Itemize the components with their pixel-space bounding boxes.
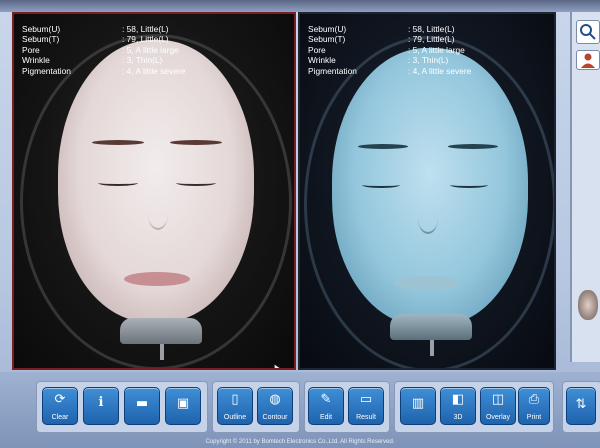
result-value: : 79, Little(L): [408, 34, 455, 45]
overlay-label: Overlay: [485, 414, 511, 421]
edit-icon: ✎: [320, 392, 332, 407]
result-label: Sebum(T): [22, 34, 60, 45]
clear-label: Clear: [51, 414, 69, 421]
edit-label: Edit: [319, 414, 333, 421]
left-eye-uv: [362, 182, 400, 188]
result-row: Sebum(U) : 58, Little(L): [308, 24, 471, 34]
contour-icon: ◍: [269, 392, 281, 407]
right-brow-uv: [448, 144, 498, 149]
result-label: Pore: [22, 44, 40, 55]
result-row: Sebum(U) : 58, Little(L): [22, 24, 185, 34]
contour-label: Contour: [262, 414, 288, 421]
result-row: Wrinkle : 3, Thin(L): [22, 55, 185, 65]
right-image-panel[interactable]: Sebum(U) : 58, Little(L) Sebum(T) : 79, Li…: [298, 12, 556, 370]
mouth-uv: [394, 276, 460, 290]
monitor-icon: ▭: [359, 392, 373, 407]
printer-icon: ⎙: [528, 392, 540, 407]
left-brow-uv: [358, 144, 408, 149]
edit-button[interactable]: ✎ Edit: [308, 387, 344, 425]
result-row: Wrinkle : 3, Thin(L): [308, 55, 471, 65]
left-brow: [92, 140, 144, 145]
save-button[interactable]: ▣: [165, 387, 201, 425]
result-value: : 3, Thin(L): [122, 55, 163, 66]
book-icon: ▥: [411, 396, 425, 411]
outline-icon: ▯: [231, 392, 239, 407]
result-value: : 5, A little large: [408, 44, 465, 55]
info-icon: ℹ: [98, 395, 104, 410]
search-icon: [580, 24, 596, 40]
book-button[interactable]: ▥: [400, 387, 436, 425]
3d-label: 3D: [453, 414, 463, 421]
result-label: Sebum(U): [308, 24, 347, 34]
analysis-results-right: Sebum(U) : 58, Little(L) Sebum(T) : 79, Li…: [308, 24, 471, 76]
open-button[interactable]: ▬: [124, 387, 160, 425]
result-label: Pore: [308, 44, 326, 55]
left-eye: [98, 180, 138, 186]
print-button[interactable]: ⎙ Print: [518, 387, 550, 425]
result-label: Wrinkle: [308, 55, 336, 66]
result-label: Pigmentation: [308, 65, 357, 76]
refresh-icon: ⟳: [54, 392, 66, 407]
chin-rest-uv: [390, 314, 472, 340]
result-button[interactable]: ▭ Result: [348, 387, 384, 425]
right-brow: [170, 140, 222, 145]
result-label: Pigmentation: [22, 65, 71, 76]
3d-button[interactable]: ◧ 3D: [440, 387, 476, 425]
right-eye: [176, 180, 216, 186]
result-row: Sebum(T) : 79, Little(L): [22, 34, 185, 44]
folder-icon: ▬: [135, 396, 149, 411]
result-value: : 58, Little(L): [122, 24, 169, 34]
chin-rest-stem-uv: [430, 340, 434, 356]
save-icon: ▣: [176, 396, 190, 411]
outline-button[interactable]: ▯ Outline: [217, 387, 253, 425]
nose: [148, 198, 168, 230]
search-button[interactable]: [576, 20, 600, 44]
overlay-button[interactable]: ◫ Overlay: [480, 387, 516, 425]
nose-uv: [418, 202, 438, 234]
result-value: : 4, A little severe: [408, 65, 472, 76]
right-sidebar: [570, 12, 600, 362]
result-row: Pore : 5, A little large: [308, 45, 471, 55]
print-label: Print: [526, 414, 542, 421]
result-label: Wrinkle: [22, 55, 50, 66]
cube-icon: ◧: [451, 392, 465, 407]
result-value: : 3, Thin(L): [408, 55, 449, 66]
arrows-icon: ⇅: [575, 397, 587, 412]
overlay-icon: ◫: [491, 392, 505, 407]
result-value: : 58, Little(L): [408, 24, 455, 34]
info-button[interactable]: ℹ: [83, 387, 119, 425]
chin-rest-stem: [160, 344, 164, 360]
mouth: [124, 272, 190, 286]
result-label: Sebum(T): [308, 34, 346, 45]
result-value: : 4, A little severe: [122, 65, 186, 76]
outline-label: Outline: [223, 414, 247, 421]
chin-rest: [120, 318, 202, 344]
analysis-results-left: Sebum(U) : 58, Little(L) Sebum(T) : 79, Li…: [22, 24, 185, 76]
contour-button[interactable]: ◍ Contour: [257, 387, 293, 425]
result-value: : 79, Little(L): [122, 34, 169, 45]
left-image-panel[interactable]: Sebum(U) : 58, Little(L) Sebum(T) : 79, Li…: [12, 12, 296, 370]
clear-button[interactable]: ⟳ Clear: [42, 387, 78, 425]
user-icon: [581, 53, 595, 68]
result-row: Pigmentation : 4, A little severe: [308, 66, 471, 76]
window-top-bar: [0, 0, 600, 12]
result-row: Pore : 5, A little large: [22, 45, 185, 55]
patient-thumbnail[interactable]: [578, 290, 598, 320]
result-label-button: Result: [356, 414, 376, 421]
result-row: Sebum(T) : 79, Little(L): [308, 34, 471, 44]
result-row: Pigmentation : 4, A little severe: [22, 66, 185, 76]
user-button[interactable]: [576, 50, 600, 70]
result-label: Sebum(U): [22, 24, 61, 34]
copyright-footer: Copyright © 2011 by Bomtech Electronics …: [205, 439, 395, 445]
layout-button[interactable]: ⇅: [566, 387, 596, 425]
right-eye-uv: [450, 182, 488, 188]
result-value: : 5, A little large: [122, 44, 179, 55]
